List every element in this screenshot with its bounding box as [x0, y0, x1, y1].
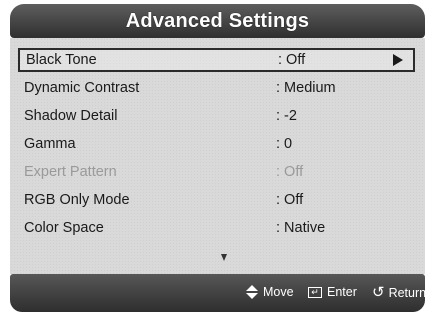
footer-move: Move — [246, 285, 294, 299]
setting-row-gamma[interactable]: Gamma : 0 — [18, 132, 415, 156]
advanced-settings-screen: Advanced Settings Black Tone : Off Dynam… — [0, 0, 437, 318]
setting-label: Color Space — [24, 220, 104, 236]
up-down-arrows-icon — [246, 285, 258, 299]
setting-value: : Off — [278, 52, 306, 68]
setting-value: : Off — [276, 164, 304, 180]
footer-return-label: Return — [388, 285, 427, 300]
setting-row-dynamic-contrast[interactable]: Dynamic Contrast : Medium — [18, 76, 415, 100]
title-bar: Advanced Settings — [10, 4, 425, 38]
setting-row-shadow-detail[interactable]: Shadow Detail : -2 — [18, 104, 415, 128]
setting-label: Expert Pattern — [24, 164, 117, 180]
settings-panel: Black Tone : Off Dynamic Contrast : Medi… — [10, 38, 425, 274]
footer-enter-label: Enter — [327, 285, 357, 299]
setting-value: : Off — [276, 192, 304, 208]
setting-row-black-tone[interactable]: Black Tone : Off — [18, 48, 415, 72]
scroll-down-icon[interactable] — [221, 254, 227, 261]
setting-label: Black Tone — [26, 52, 97, 68]
setting-label: RGB Only Mode — [24, 192, 130, 208]
page-title: Advanced Settings — [125, 9, 310, 32]
setting-value: : Native — [276, 220, 326, 236]
footer-help-bar: Move ↵ Enter ↺ Return — [10, 274, 426, 312]
setting-value: : Medium — [276, 80, 336, 96]
setting-label: Shadow Detail — [24, 108, 118, 124]
footer-move-label: Move — [263, 285, 294, 299]
setting-value: : 0 — [276, 136, 293, 152]
setting-label: Gamma — [24, 136, 76, 152]
setting-row-rgb-only-mode[interactable]: RGB Only Mode : Off — [18, 188, 415, 212]
setting-row-expert-pattern: Expert Pattern : Off — [18, 160, 415, 184]
footer-enter: ↵ Enter — [308, 285, 357, 299]
setting-label: Dynamic Contrast — [24, 80, 140, 96]
setting-value: : -2 — [276, 108, 297, 124]
enter-icon: ↵ — [308, 286, 322, 298]
return-icon: ↺ — [372, 284, 385, 301]
right-arrow-icon[interactable] — [393, 54, 403, 66]
footer-return: ↺ Return — [372, 285, 426, 300]
setting-row-color-space[interactable]: Color Space : Native — [18, 216, 415, 240]
